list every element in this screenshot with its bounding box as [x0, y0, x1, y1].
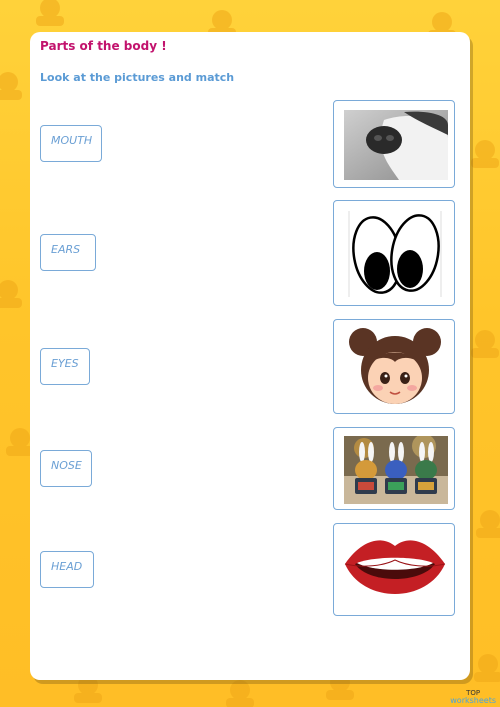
girl-head-icon: [349, 328, 441, 404]
picture-box-4[interactable]: [333, 427, 455, 510]
picture-box-3[interactable]: [333, 319, 455, 414]
instruction-text: Look at the pictures and match: [40, 71, 235, 84]
page-title: Parts of the body !: [40, 39, 167, 53]
word-box-nose[interactable]: NOSE: [40, 450, 92, 487]
bunny-ears-figures-icon: [344, 436, 448, 504]
worksheet-card: Parts of the body ! Look at the pictures…: [30, 32, 470, 680]
topworksheets-logo: TOP worksheets: [450, 690, 496, 705]
word-box-ears[interactable]: EARS: [40, 234, 96, 271]
picture-box-2[interactable]: [333, 200, 455, 306]
picture-box-5[interactable]: [333, 523, 455, 616]
picture-box-1[interactable]: [333, 100, 455, 188]
dog-nose-photo-icon: [344, 110, 448, 180]
logo-worksheets-text: worksheets: [450, 696, 496, 705]
word-box-eyes[interactable]: EYES: [40, 348, 90, 385]
word-box-mouth[interactable]: MOUTH: [40, 125, 102, 162]
smiling-lips-icon: [344, 540, 446, 594]
word-box-head[interactable]: HEAD: [40, 551, 94, 588]
cartoon-eyes-icon: [348, 211, 442, 297]
